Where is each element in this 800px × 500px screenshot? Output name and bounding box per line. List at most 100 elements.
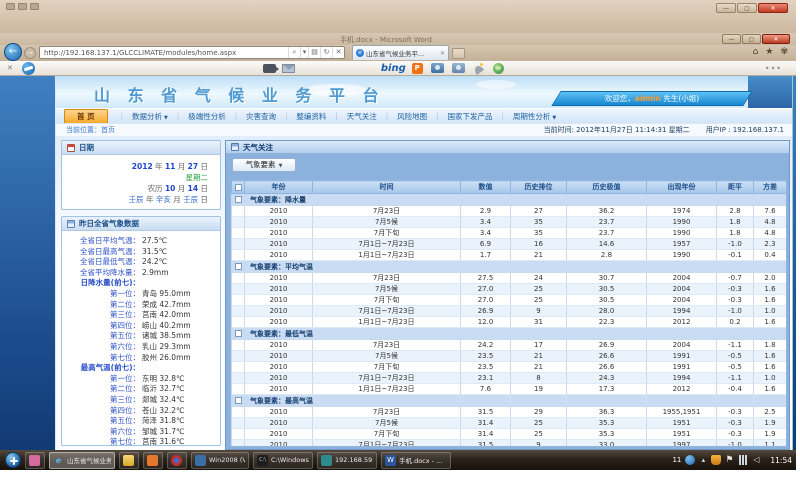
- home-icon[interactable]: ⌂: [753, 47, 759, 57]
- camcorder-icon[interactable]: [263, 64, 276, 73]
- favorites-star-icon[interactable]: ★: [765, 47, 773, 57]
- taskbar-task[interactable]: [25, 452, 45, 469]
- volume-icon[interactable]: ◁: [753, 455, 763, 465]
- camera-icon[interactable]: [431, 63, 444, 73]
- column-header: 历史排位: [511, 181, 567, 194]
- more-options-icon[interactable]: •••: [765, 64, 782, 73]
- group-checkbox[interactable]: [235, 263, 242, 270]
- rank-value: 东明 32.8℃: [142, 374, 185, 385]
- rank-label: 第五位：: [62, 331, 140, 342]
- stop-icon[interactable]: ✕: [332, 47, 344, 58]
- word-window-controls[interactable]: — ▢ ✕: [716, 3, 788, 13]
- address-bar[interactable]: http://192.168.137.1/GLCCLIMATE/modules/…: [39, 46, 345, 59]
- minimize-icon[interactable]: —: [716, 3, 736, 13]
- table-cell: 30.5: [567, 295, 647, 306]
- group-checkbox[interactable]: [235, 397, 242, 404]
- table-cell: 31.4: [461, 418, 511, 429]
- minimize-icon[interactable]: —: [722, 34, 741, 44]
- toolbar-close-icon[interactable]: ✕: [7, 64, 13, 72]
- nav-item-3[interactable]: 极端性分析: [188, 111, 226, 122]
- taskbar-task[interactable]: C:\C:\Windows\s...: [253, 452, 313, 469]
- browser-tab[interactable]: e 山东省气候业务平... ✕: [352, 45, 449, 60]
- ranking-item: 第六位：乳山 29.3mm: [62, 342, 220, 353]
- url-text[interactable]: http://192.168.137.1/GLCCLIMATE/modules/…: [40, 49, 288, 57]
- maximize-icon[interactable]: ▢: [737, 3, 757, 13]
- nav-item-8[interactable]: 国家下发产品: [448, 111, 493, 122]
- bing-logo[interactable]: bing: [381, 63, 406, 74]
- tab-title[interactable]: 山东省气候业务平...: [366, 48, 438, 58]
- start-button[interactable]: [5, 452, 21, 468]
- tools-gear-icon[interactable]: ✾: [780, 47, 788, 57]
- refresh-icon[interactable]: ↻: [320, 47, 332, 58]
- table-cell: 2.8: [567, 250, 647, 261]
- select-all-checkbox[interactable]: [235, 184, 242, 191]
- im-icon[interactable]: [685, 455, 695, 465]
- table-cell: 1.8: [717, 217, 754, 228]
- tab-close-icon[interactable]: ✕: [438, 50, 445, 57]
- nav-item-6[interactable]: 天气关注: [347, 111, 377, 122]
- maximize-icon[interactable]: ▢: [742, 34, 761, 44]
- shield-icon[interactable]: [711, 455, 721, 465]
- search-icon[interactable]: ⌕: [288, 47, 300, 58]
- webpage: 山 东 省 气 候 业 务 平 台 欢迎您，admin 先生(小姐) 首 页|数…: [0, 76, 796, 450]
- taskbar-task[interactable]: 192.168.59.99...: [317, 452, 377, 469]
- flag-icon[interactable]: ⚑: [725, 455, 735, 465]
- group-header-row[interactable]: 气象要素：降水量: [232, 194, 787, 206]
- table-cell: 2.9: [461, 206, 511, 217]
- mail-icon[interactable]: [282, 64, 295, 73]
- nav-item-7[interactable]: 风险地图: [397, 111, 427, 122]
- group-header-row[interactable]: 气象要素：最高气温: [232, 395, 787, 407]
- nav-item-1[interactable]: 首 页: [64, 109, 108, 124]
- compatibility-view-icon[interactable]: ▤: [308, 47, 320, 58]
- taskbar-task[interactable]: e山东省气候业务...: [49, 452, 115, 469]
- table-row: 20107月下旬31.42535.31951-0.31.9: [232, 429, 787, 440]
- back-button[interactable]: ←: [4, 43, 22, 61]
- photo-icon[interactable]: [452, 63, 465, 73]
- section-title-label: 日降水量(前七)：: [62, 278, 140, 289]
- table-cell: 2012: [647, 384, 717, 395]
- main-nav: 首 页|数据分析▼|极端性分析|灾害查询|整编资料|天气关注|风险地图|国家下发…: [56, 108, 793, 123]
- forward-button[interactable]: →: [24, 47, 36, 59]
- group-checkbox[interactable]: [235, 196, 242, 203]
- network-icon[interactable]: [739, 455, 749, 465]
- taskbar-task[interactable]: [167, 452, 187, 469]
- rank-label: 第二位：: [62, 300, 140, 311]
- chevron-up-icon[interactable]: ▴: [699, 455, 707, 465]
- nav-item-4[interactable]: 灾害查询: [246, 111, 276, 122]
- nav-separator: |: [121, 112, 123, 120]
- group-header-row[interactable]: 气象要素：最低气温: [232, 328, 787, 340]
- task-label: 192.168.59.99...: [335, 456, 373, 464]
- rank-label: 第六位：: [62, 342, 140, 353]
- nav-item-5[interactable]: 整编资料: [296, 111, 326, 122]
- weather-element-dropdown[interactable]: 气象要素▼: [232, 158, 296, 172]
- rank-label: 第四位：: [62, 406, 140, 417]
- taskbar-clock[interactable]: 11:54: [770, 456, 792, 465]
- chevron-down-icon[interactable]: ▾: [300, 47, 308, 58]
- table-cell: 1.9: [754, 429, 787, 440]
- ie-window-controls[interactable]: — ▢ ✕: [722, 34, 790, 44]
- table-cell: 1.6: [754, 295, 787, 306]
- nav-separator: |: [335, 112, 337, 120]
- rank-value: 青岛 95.0mm: [142, 289, 191, 300]
- group-checkbox[interactable]: [235, 330, 242, 337]
- taskbar-task[interactable]: [143, 452, 163, 469]
- close-icon[interactable]: ✕: [762, 34, 790, 44]
- table-cell: 26.6: [567, 362, 647, 373]
- group-header-row[interactable]: 气象要素：平均气温: [232, 261, 787, 273]
- close-icon[interactable]: ✕: [758, 3, 788, 13]
- orange-badge-icon[interactable]: P: [412, 63, 423, 74]
- group-title: 气象要素：最高气温: [245, 395, 787, 407]
- weather-table-container: 年份时间数值历史排位历史极值出现年份距平方差气象要素：降水量20107月23日2…: [230, 179, 787, 447]
- satellite-dish-icon[interactable]: [473, 63, 485, 74]
- blocked-circle-icon[interactable]: [22, 62, 35, 75]
- nav-item-9[interactable]: 周期性分析▼: [513, 111, 556, 122]
- taskbar-task[interactable]: W手机.docx - ...: [381, 452, 451, 469]
- table-cell: 2010: [245, 239, 313, 250]
- taskbar-task[interactable]: [119, 452, 139, 469]
- globe-icon[interactable]: [493, 63, 504, 74]
- new-tab-button[interactable]: [452, 48, 465, 59]
- table-cell: 1.6: [754, 362, 787, 373]
- summary-value: 2.9mm: [142, 268, 169, 279]
- nav-item-2[interactable]: 数据分析▼: [132, 111, 168, 122]
- taskbar-task[interactable]: Win2008 (VS2...: [191, 452, 249, 469]
